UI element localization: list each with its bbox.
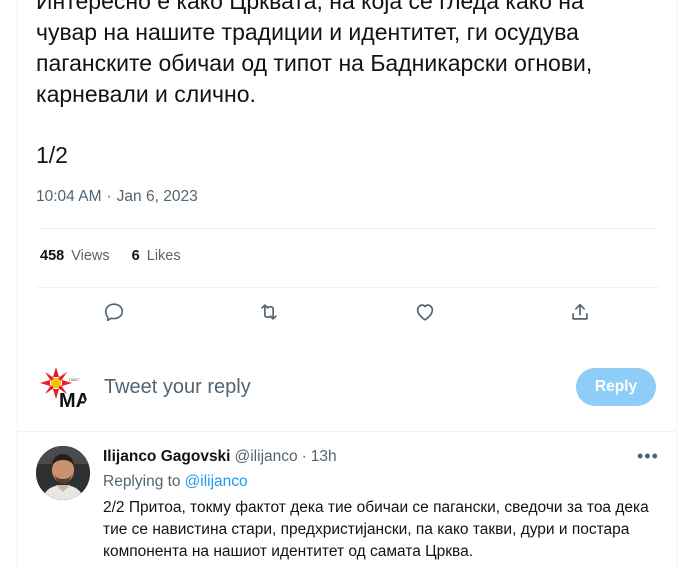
divider (36, 287, 660, 288)
divider (36, 228, 660, 229)
composer-avatar-small-text: ПАКТ (69, 377, 80, 382)
sun-logo-icon: MA ПАКТ (40, 367, 89, 412)
timestamp-separator: · (106, 188, 112, 205)
views-label: Views (71, 248, 110, 264)
replying-to-mention[interactable]: @ilijanco (185, 473, 248, 491)
reply-icon[interactable] (100, 298, 128, 326)
reply-button[interactable]: Reply (576, 368, 656, 406)
replying-to: Replying to @ilijanco (103, 473, 248, 491)
reply-input[interactable]: Tweet your reply (104, 376, 251, 399)
author-name[interactable]: Ilijanco Gagovski (103, 448, 231, 466)
reply-tweet[interactable]: Ilijanco Gagovski @ilijanco · 13h ••• Re… (17, 432, 677, 570)
tweet-actions (36, 296, 660, 330)
retweet-icon[interactable] (255, 298, 283, 326)
tweet-time-link[interactable]: 10:04 AM (36, 188, 102, 206)
likes-count: 6 (131, 248, 140, 264)
replying-to-label: Replying to (103, 473, 181, 490)
likes-label: Likes (146, 248, 181, 264)
share-icon[interactable] (566, 298, 594, 326)
reply-composer: MA ПАКТ Tweet your reply Reply (17, 340, 677, 432)
likes-stat[interactable]: 6 Likes (132, 248, 181, 264)
tweet-timestamp: 10:04 AM · Jan 6, 2023 (36, 188, 198, 206)
profile-photo-icon (36, 446, 90, 500)
tweet-thread-counter: 1/2 (36, 142, 68, 168)
reply-tweet-text: 2/2 Притоа, токму фактот дека тие обичаи… (103, 499, 649, 560)
header-separator: · (301, 448, 307, 465)
composer-avatar-text: MA (59, 390, 89, 412)
views-stat[interactable]: 458 Views (40, 248, 110, 264)
tweet-date-link[interactable]: Jan 6, 2023 (117, 188, 198, 206)
composer-avatar: MA ПАКТ (39, 364, 89, 414)
reply-tweet-header: Ilijanco Gagovski @ilijanco · 13h (103, 448, 337, 466)
tweet-text: Интересно е како Црквата, на која се гле… (36, 0, 593, 107)
avatar[interactable] (36, 446, 90, 500)
more-options-icon[interactable]: ••• (637, 446, 659, 467)
author-handle[interactable]: @ilijanco (235, 448, 298, 466)
views-count: 458 (40, 248, 65, 264)
like-icon[interactable] (411, 298, 439, 326)
tweet-stats: 458 Views 6 Likes (40, 248, 181, 264)
reply-time[interactable]: 13h (311, 448, 337, 466)
